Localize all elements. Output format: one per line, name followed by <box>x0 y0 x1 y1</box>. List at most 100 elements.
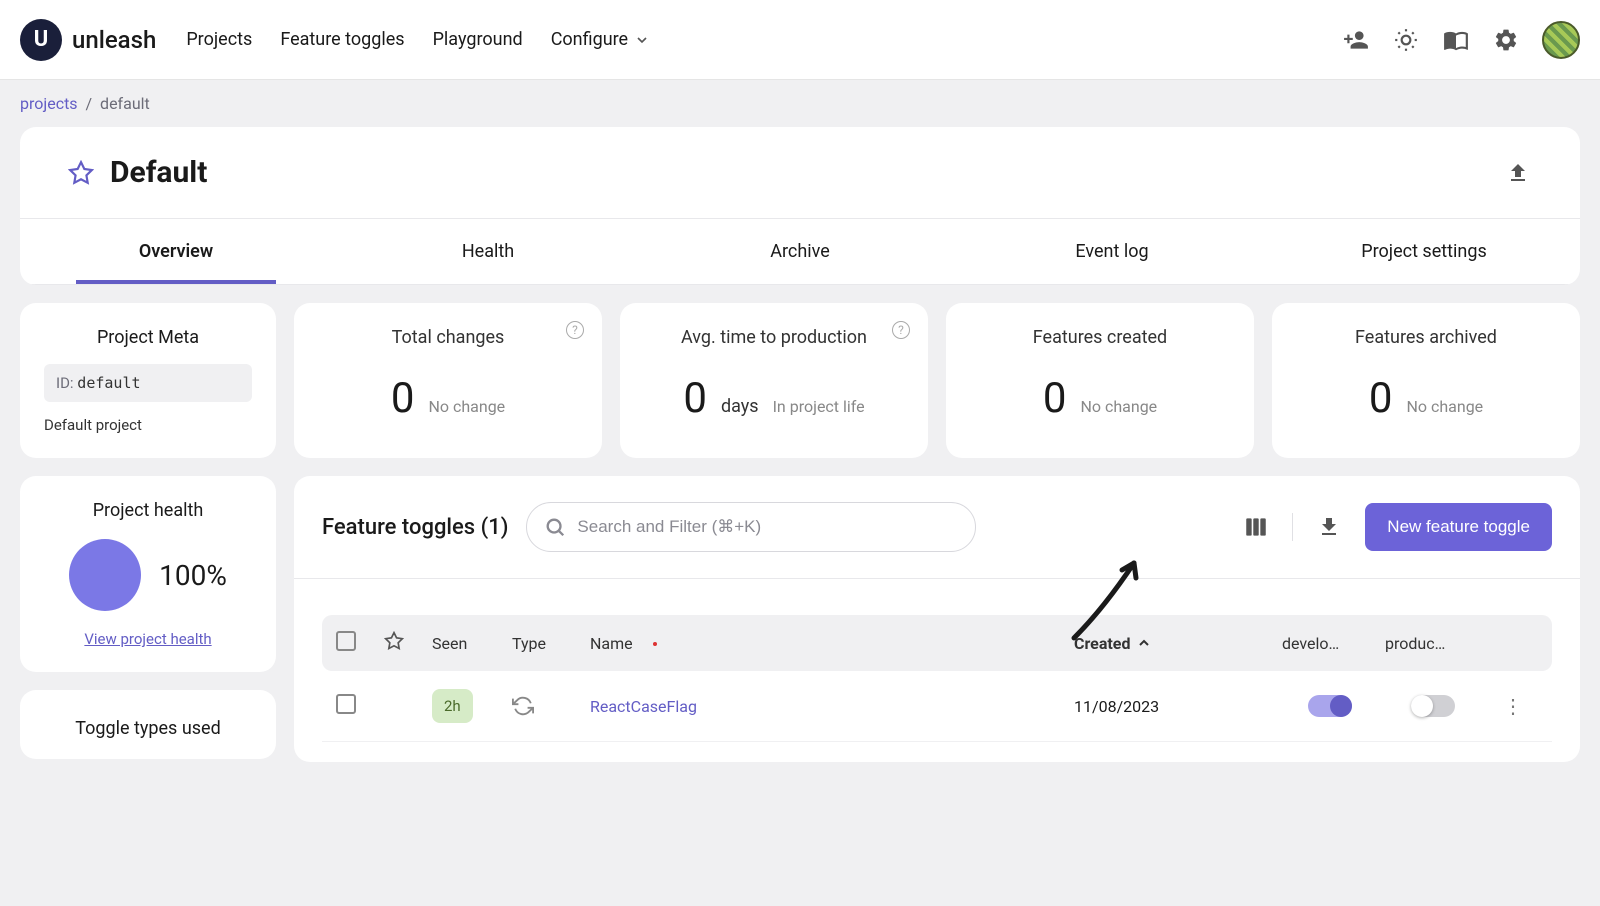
red-dot-icon <box>653 642 657 646</box>
chevron-down-icon <box>634 32 650 48</box>
th-production[interactable]: produc… <box>1385 634 1480 653</box>
th-develop[interactable]: develo… <box>1282 634 1377 653</box>
help-icon[interactable]: ? <box>566 321 584 339</box>
help-icon[interactable]: ? <box>892 321 910 339</box>
tab-archive[interactable]: Archive <box>644 219 956 284</box>
docs-button[interactable] <box>1442 26 1470 54</box>
user-avatar[interactable] <box>1542 21 1580 59</box>
app-header: U unleash Projects Feature toggles Playg… <box>0 0 1600 80</box>
view-project-health-link[interactable]: View project health <box>84 630 211 648</box>
search-wrap <box>526 502 976 552</box>
tab-event-log[interactable]: Event log <box>956 219 1268 284</box>
separator <box>1292 513 1293 541</box>
meta-id: ID: default <box>44 364 252 402</box>
stat-sub: In project life <box>773 397 865 416</box>
meta-description: Default project <box>44 416 252 434</box>
project-meta-card: Project Meta ID: default Default project <box>20 303 276 458</box>
project-title: Default <box>110 155 207 190</box>
toggle-types-card: Toggle types used <box>20 690 276 759</box>
health-circle-icon <box>69 539 141 611</box>
meta-id-label: ID: <box>56 374 74 392</box>
upload-icon <box>1506 161 1530 185</box>
tab-health[interactable]: Health <box>332 219 644 284</box>
stat-features-archived: Features archived 0 No change <box>1272 303 1580 458</box>
import-button[interactable] <box>1504 159 1532 187</box>
nav-configure-label: Configure <box>551 29 628 50</box>
stat-sub: No change <box>1406 397 1483 416</box>
stat-avg-time: ? Avg. time to production 0 days In proj… <box>620 303 928 458</box>
th-type[interactable]: Type <box>512 634 582 653</box>
breadcrumb-current: default <box>100 94 150 113</box>
person-add-icon <box>1343 27 1369 53</box>
download-button[interactable] <box>1315 513 1343 541</box>
new-feature-toggle-button[interactable]: New feature toggle <box>1365 503 1552 551</box>
select-all-checkbox[interactable] <box>336 631 356 651</box>
seen-badge: 2h <box>432 689 473 723</box>
sun-icon <box>1393 27 1419 53</box>
th-name-label: Name <box>590 634 633 653</box>
stat-title: Total changes <box>318 327 578 348</box>
nav-playground[interactable]: Playground <box>433 29 523 50</box>
feature-name-link[interactable]: ReactCaseFlag <box>590 697 697 716</box>
stat-sub: No change <box>428 397 505 416</box>
created-date: 11/08/2023 <box>1074 697 1274 716</box>
row-actions-menu[interactable]: ⋮ <box>1503 694 1523 718</box>
tab-overview[interactable]: Overview <box>20 219 332 284</box>
search-icon <box>544 516 566 538</box>
develop-toggle[interactable] <box>1308 695 1352 717</box>
row-checkbox[interactable] <box>336 694 356 714</box>
main-nav: Projects Feature toggles Playground Conf… <box>186 29 650 50</box>
meta-title: Project Meta <box>44 327 252 348</box>
book-icon <box>1443 27 1469 53</box>
stat-value: 0 <box>1369 374 1393 423</box>
th-name[interactable]: Name <box>590 634 1066 653</box>
meta-id-value: default <box>77 374 140 392</box>
breadcrumb-sep: / <box>86 94 93 113</box>
stat-value: 0 <box>391 374 415 423</box>
production-toggle[interactable] <box>1411 695 1455 717</box>
tab-project-settings[interactable]: Project settings <box>1268 219 1580 284</box>
table-header: Seen Type Name Created develo… produc… <box>322 615 1552 671</box>
star-outline-icon[interactable] <box>68 160 94 186</box>
project-health-card: Project health 100% View project health <box>20 476 276 672</box>
star-column-icon[interactable] <box>384 631 404 651</box>
columns-icon <box>1243 514 1269 540</box>
sync-icon <box>512 695 534 717</box>
toggle-types-title: Toggle types used <box>44 718 252 739</box>
feature-table: Seen Type Name Created develo… produc… <box>322 615 1552 742</box>
breadcrumb-projects[interactable]: projects <box>20 94 78 113</box>
stat-title: Features created <box>970 327 1230 348</box>
stat-title: Features archived <box>1296 327 1556 348</box>
panel-title: Feature toggles (1) <box>322 515 508 540</box>
stat-total-changes: ? Total changes 0 No change <box>294 303 602 458</box>
breadcrumb: projects / default <box>0 80 1600 127</box>
health-title: Project health <box>44 500 252 521</box>
theme-toggle-button[interactable] <box>1392 26 1420 54</box>
columns-button[interactable] <box>1242 513 1270 541</box>
th-created-label: Created <box>1074 634 1130 653</box>
th-seen[interactable]: Seen <box>432 634 504 653</box>
stat-sub: No change <box>1080 397 1157 416</box>
sort-asc-icon <box>1136 635 1152 651</box>
project-tabs: Overview Health Archive Event log Projec… <box>20 219 1580 285</box>
stat-unit: days <box>721 396 759 417</box>
nav-feature-toggles[interactable]: Feature toggles <box>280 29 404 50</box>
project-header: Default <box>20 127 1580 219</box>
stat-value: 0 <box>1043 374 1067 423</box>
settings-button[interactable] <box>1492 26 1520 54</box>
gear-icon <box>1493 27 1519 53</box>
search-input[interactable] <box>526 502 976 552</box>
stat-features-created: Features created 0 No change <box>946 303 1254 458</box>
invite-user-button[interactable] <box>1342 26 1370 54</box>
nav-configure[interactable]: Configure <box>551 29 650 50</box>
project-card: Default Overview Health Archive Event lo… <box>20 127 1580 285</box>
logo-text: unleash <box>72 26 156 54</box>
logo[interactable]: U unleash <box>20 19 156 61</box>
header-actions <box>1342 21 1580 59</box>
stat-title: Avg. time to production <box>644 327 904 348</box>
th-created[interactable]: Created <box>1074 634 1274 653</box>
nav-projects[interactable]: Projects <box>186 29 252 50</box>
stat-value: 0 <box>683 374 707 423</box>
download-icon <box>1317 515 1341 539</box>
health-percent: 100% <box>159 559 227 592</box>
